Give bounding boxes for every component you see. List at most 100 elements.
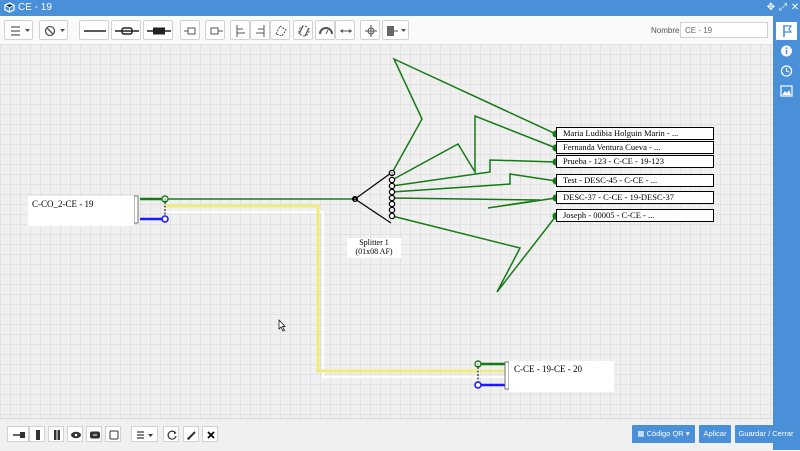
bar-tool[interactable]	[29, 426, 45, 442]
eye-tool[interactable]	[67, 426, 83, 442]
fiber-label-row[interactable]: Joseph - 00005 - C-CE - ...	[556, 209, 714, 222]
note-icon	[109, 430, 119, 440]
splitter-shape[interactable]	[354, 172, 392, 224]
rotate-icon	[275, 25, 287, 37]
refresh-icon	[167, 430, 177, 440]
right-port-blue[interactable]	[474, 381, 482, 389]
name-input[interactable]	[680, 22, 768, 38]
output-fiber-6[interactable]	[391, 215, 557, 293]
flag-tab[interactable]	[776, 22, 797, 40]
image-icon	[780, 85, 793, 97]
brush-icon	[187, 431, 196, 440]
right-cable-box[interactable]: C-CE - 19-CE - 20	[509, 361, 614, 392]
align-center-icon	[256, 25, 265, 37]
info-tab[interactable]	[776, 42, 797, 60]
history-tab[interactable]	[776, 62, 797, 80]
delete-tool[interactable]	[202, 426, 218, 442]
left-port-blue[interactable]	[161, 215, 169, 223]
output-fiber-2[interactable]	[391, 114, 557, 181]
splitter-label[interactable]: Splitter 1 (01x08 AF)	[347, 238, 401, 258]
double-bar-icon	[54, 430, 60, 440]
move-window-icon[interactable]: ✥	[765, 1, 777, 14]
left-cable-box[interactable]: C-CO_2-CE - 19	[28, 196, 134, 226]
ban-icon	[44, 25, 65, 37]
link-button[interactable]	[293, 20, 313, 40]
bar-icon	[36, 430, 40, 440]
white-fiber[interactable]	[166, 210, 478, 379]
double-bar-tool[interactable]	[48, 426, 64, 442]
left-cable-label: C-CO_2-CE - 19	[32, 199, 94, 209]
align-left-button[interactable]	[230, 20, 250, 40]
output-fibers	[391, 57, 557, 293]
gauge-icon	[319, 27, 333, 35]
splice-button[interactable]	[111, 20, 141, 40]
list-menu-button[interactable]	[4, 20, 33, 40]
splitter-spec: (01x08 AF)	[355, 247, 393, 256]
fiber-label-row[interactable]: DESC-37 - C-CE - 19-DESC-37	[556, 191, 714, 204]
output-fiber-5[interactable]	[391, 197, 557, 209]
move-icon	[365, 25, 377, 37]
arrows-horizontal-button[interactable]	[335, 20, 355, 40]
close-window-icon[interactable]: ✕	[789, 1, 800, 14]
refresh-tool[interactable]	[163, 426, 179, 442]
apply-button[interactable]: Aplicar	[699, 425, 731, 443]
pin-left-tool[interactable]	[7, 426, 29, 442]
connector-button[interactable]	[143, 20, 173, 40]
paint-tool[interactable]	[183, 426, 199, 442]
image-tab[interactable]	[776, 82, 797, 100]
cable-connector-icon	[147, 27, 171, 35]
filter-menu-button[interactable]	[39, 20, 68, 40]
pin-right-button[interactable]	[205, 20, 225, 40]
maximize-icon[interactable]: ⤢	[777, 1, 789, 14]
right-cable-label: C-CE - 19-CE - 20	[514, 364, 582, 374]
qr-code-button[interactable]: ▦ Código QR ▾	[632, 425, 695, 443]
pin-left-button[interactable]	[180, 20, 200, 40]
line-style-thin-icon	[84, 30, 106, 32]
qr-code-icon: ▦	[637, 429, 645, 438]
eye-icon	[71, 431, 81, 439]
right-sidebar	[773, 16, 800, 450]
export-icon	[387, 26, 406, 36]
bottom-bar: ▦ Código QR ▾ Aplicar Guardar / Cerrar	[0, 418, 797, 451]
list-menu-tool[interactable]	[131, 426, 158, 442]
window-title: CE - 19	[18, 2, 52, 13]
output-fiber-1[interactable]	[391, 57, 557, 174]
pin-right-icon	[210, 27, 223, 35]
splitter-ports	[388, 169, 396, 220]
fiber-diagram: 1 1 1 1	[133, 57, 560, 390]
note-tool[interactable]	[105, 426, 121, 442]
output-fiber-3[interactable]	[391, 159, 557, 187]
name-label: Nombre:	[651, 26, 682, 35]
qr-code-label: Código QR	[646, 429, 684, 438]
align-left-icon	[236, 25, 245, 37]
splice-tool[interactable]	[86, 426, 102, 442]
app-icon	[4, 2, 15, 13]
line-thin-button[interactable]	[79, 20, 109, 40]
arrows-horizontal-icon	[340, 29, 352, 33]
save-close-button[interactable]: Guardar / Cerrar	[735, 425, 797, 443]
pin-left-icon	[13, 432, 25, 438]
clock-icon	[780, 65, 793, 77]
close-icon	[207, 431, 215, 439]
list-icon	[11, 26, 30, 36]
mouse-cursor-icon	[278, 319, 286, 332]
rotate-button[interactable]	[270, 20, 290, 40]
info-icon	[781, 45, 792, 57]
left-connector-bar	[133, 195, 139, 224]
splitter-name: Splitter 1	[359, 238, 389, 247]
gauge-button[interactable]	[315, 20, 335, 40]
cable-splice-icon	[115, 27, 139, 35]
export-menu-button[interactable]	[382, 20, 409, 40]
splice-icon	[90, 431, 100, 439]
move-button[interactable]	[360, 20, 380, 40]
align-center-button[interactable]	[250, 20, 270, 40]
fiber-label-row[interactable]: Fernanda Ventura Cueva - ...	[556, 141, 714, 154]
chevron-down-icon: ▾	[685, 429, 690, 438]
list-icon	[137, 431, 153, 439]
pin-left-icon	[184, 27, 196, 35]
link-icon	[298, 25, 310, 37]
fiber-label-row[interactable]: Maria Ludibia Holguin Marin - ...	[556, 127, 714, 140]
fiber-label-row[interactable]: Prueba - 123 - C-CE - 19-123	[556, 155, 714, 168]
diagram-canvas[interactable]: 1 1 1 1 C-CO_2-CE - 19 C-CE - 19-CE - 20…	[0, 44, 773, 418]
fiber-label-row[interactable]: Test - DESC-45 - C-CE - ...	[556, 174, 714, 187]
